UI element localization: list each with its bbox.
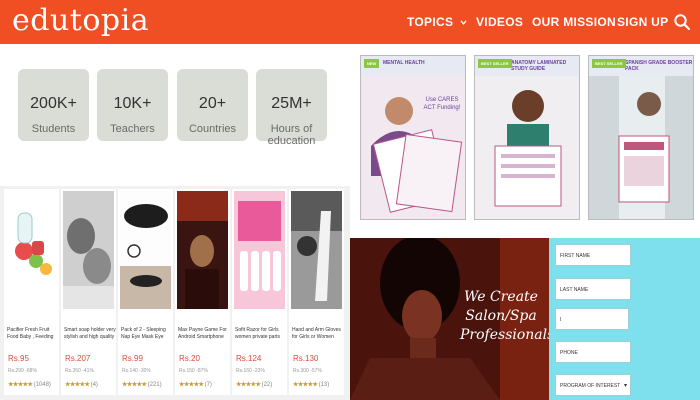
product-name: Hand and Arm Gloves for Girls or Women (…	[292, 327, 341, 340]
cares-act-callout: Use CARES ACT Funding!	[423, 97, 461, 111]
book-ad-mental-health[interactable]: MENTAL HEALTH NEW Use CARES ACT Funding!	[360, 55, 466, 220]
stats-panel: 200K+ Students 10K+ Teachers 20+ Countri…	[0, 44, 350, 184]
product-card[interactable]: Pacifier Fresh Fruit Food Baby , Feeding…	[4, 189, 59, 395]
stat-hours: 25M+ Hours of education	[256, 69, 327, 147]
stat-label: Countries	[188, 123, 237, 135]
stat-students: 200K+ Students	[18, 69, 89, 141]
nav-videos[interactable]: VIDEOS	[476, 15, 523, 29]
nav-topics-label: TOPICS	[407, 15, 454, 29]
nav-topics[interactable]: TOPICS	[407, 15, 467, 29]
review-count: (22)	[261, 382, 273, 388]
rating-stars: ★★★★★ (7)	[179, 381, 212, 388]
product-card[interactable]: Sofit Razor for Girls women private part…	[232, 189, 287, 395]
stars: ★★★★★	[65, 382, 90, 388]
salon-headline: We Create Salon/Spa Professionals	[460, 289, 555, 343]
program-of-interest-select[interactable]: PROGRAM OF INTEREST ▾	[555, 374, 631, 396]
site-header: edutopia TOPICS VIDEOS OUR MISSION SIGN …	[0, 0, 700, 44]
stat-label: Teachers	[110, 123, 155, 135]
review-count: (221)	[147, 382, 162, 388]
select-label: PROGRAM OF INTEREST	[560, 383, 621, 389]
review-count: (1048)	[33, 382, 51, 388]
nav-sign-up[interactable]: SIGN UP	[617, 15, 668, 29]
best-seller-badge: BEST SELLER	[478, 59, 512, 68]
stat-countries: 20+ Countries	[177, 69, 248, 141]
soap-holder-image	[63, 191, 114, 309]
razor-pack-image	[234, 191, 285, 309]
product-old-price: Rs.300 -57%	[293, 368, 322, 374]
chevron-down-icon	[460, 15, 467, 29]
nav-our-mission[interactable]: OUR MISSION	[532, 15, 616, 29]
stat-value: 10K+	[113, 95, 152, 112]
stat-label: Hours of education	[267, 123, 316, 147]
first-name-field[interactable]: FIRST NAME	[555, 244, 631, 266]
email-field[interactable]: I	[555, 308, 629, 330]
review-count: (4)	[90, 382, 98, 388]
product-old-price: Rs.350 -41%	[65, 368, 94, 374]
product-card[interactable]: Smart soap holder very stylish and high …	[61, 189, 116, 395]
pacifier-image	[6, 191, 57, 309]
edutopia-logo[interactable]: edutopia	[12, 3, 149, 38]
stars: ★★★★★	[236, 382, 261, 388]
product-price: Rs.20	[179, 354, 200, 363]
product-name: Smart soap holder very stylish and high …	[64, 327, 116, 340]
product-old-price: Rs.140 -30%	[122, 368, 151, 374]
last-name-field[interactable]: LAST NAME	[555, 278, 631, 300]
stat-value: 200K+	[30, 95, 77, 112]
review-count: (7)	[204, 382, 212, 388]
product-card[interactable]: Max Payne Game For Android Smartphone -.…	[175, 189, 230, 395]
book-ad-anatomy[interactable]: ANATOMY LAMINATED STUDY GUIDE BEST SELLE…	[474, 55, 580, 220]
rating-stars: ★★★★★ (22)	[236, 381, 272, 388]
eye-mask-image	[120, 191, 171, 309]
rating-stars: ★★★★★ (1048)	[8, 381, 51, 388]
book-ads: MENTAL HEALTH NEW Use CARES ACT Funding!…	[350, 44, 700, 234]
stat-label: Students	[31, 123, 76, 135]
product-price: Rs.124	[236, 354, 262, 363]
product-name: Sofit Razor for Girls women private part…	[235, 327, 281, 340]
salon-ad[interactable]: We Create Salon/Spa Professionals FIRST …	[350, 238, 700, 400]
best-seller-badge: BEST SELLER	[592, 59, 626, 68]
review-count: (13)	[318, 382, 330, 388]
product-old-price: Rs.160 -23%	[236, 368, 265, 374]
product-price: Rs.130	[293, 354, 319, 363]
book-ad-spanish[interactable]: SPANISH GRADE BOOSTER PACK BEST SELLER	[588, 55, 694, 220]
product-card[interactable]: Hand and Arm Gloves for Girls or Women (…	[289, 189, 344, 395]
new-badge: NEW	[364, 59, 380, 68]
stat-teachers: 10K+ Teachers	[97, 69, 168, 141]
product-ad-strip: Pacifier Fresh Fruit Food Baby , Feeding…	[0, 186, 350, 400]
rating-stars: ★★★★★ (221)	[122, 381, 162, 388]
stat-value: 25M+	[271, 95, 312, 112]
rating-stars: ★★★★★ (13)	[293, 381, 329, 388]
stars: ★★★★★	[8, 382, 33, 388]
book-illustration	[589, 76, 693, 219]
book-illustration	[475, 76, 579, 219]
lead-form: FIRST NAME LAST NAME I PHONE PROGRAM OF …	[549, 238, 700, 400]
rating-stars: ★★★★★ (4)	[65, 381, 98, 388]
gloves-image	[291, 191, 342, 309]
product-card[interactable]: Pack of 2 - Sleeping Nap Eye Mask Eye Sh…	[118, 189, 173, 395]
product-name: Pacifier Fresh Fruit Food Baby , Feeding…	[7, 327, 54, 340]
product-name: Pack of 2 - Sleeping Nap Eye Mask Eye Sh…	[121, 327, 166, 340]
product-old-price: Rs.299 -68%	[8, 368, 37, 374]
stars: ★★★★★	[293, 382, 318, 388]
phone-field[interactable]: PHONE	[555, 341, 631, 363]
product-price: Rs.99	[122, 354, 143, 363]
game-cover-image	[177, 191, 228, 309]
stars: ★★★★★	[179, 382, 204, 388]
product-price: Rs.207	[65, 354, 91, 363]
product-price: Rs.95	[8, 354, 29, 363]
chevron-down-icon: ▾	[623, 383, 627, 389]
product-old-price: Rs.150 -87%	[179, 368, 208, 374]
product-name: Max Payne Game For Android Smartphone -.…	[178, 327, 227, 340]
stat-value: 20+	[198, 95, 227, 112]
stars: ★★★★★	[122, 382, 147, 388]
search-icon[interactable]	[673, 13, 691, 31]
